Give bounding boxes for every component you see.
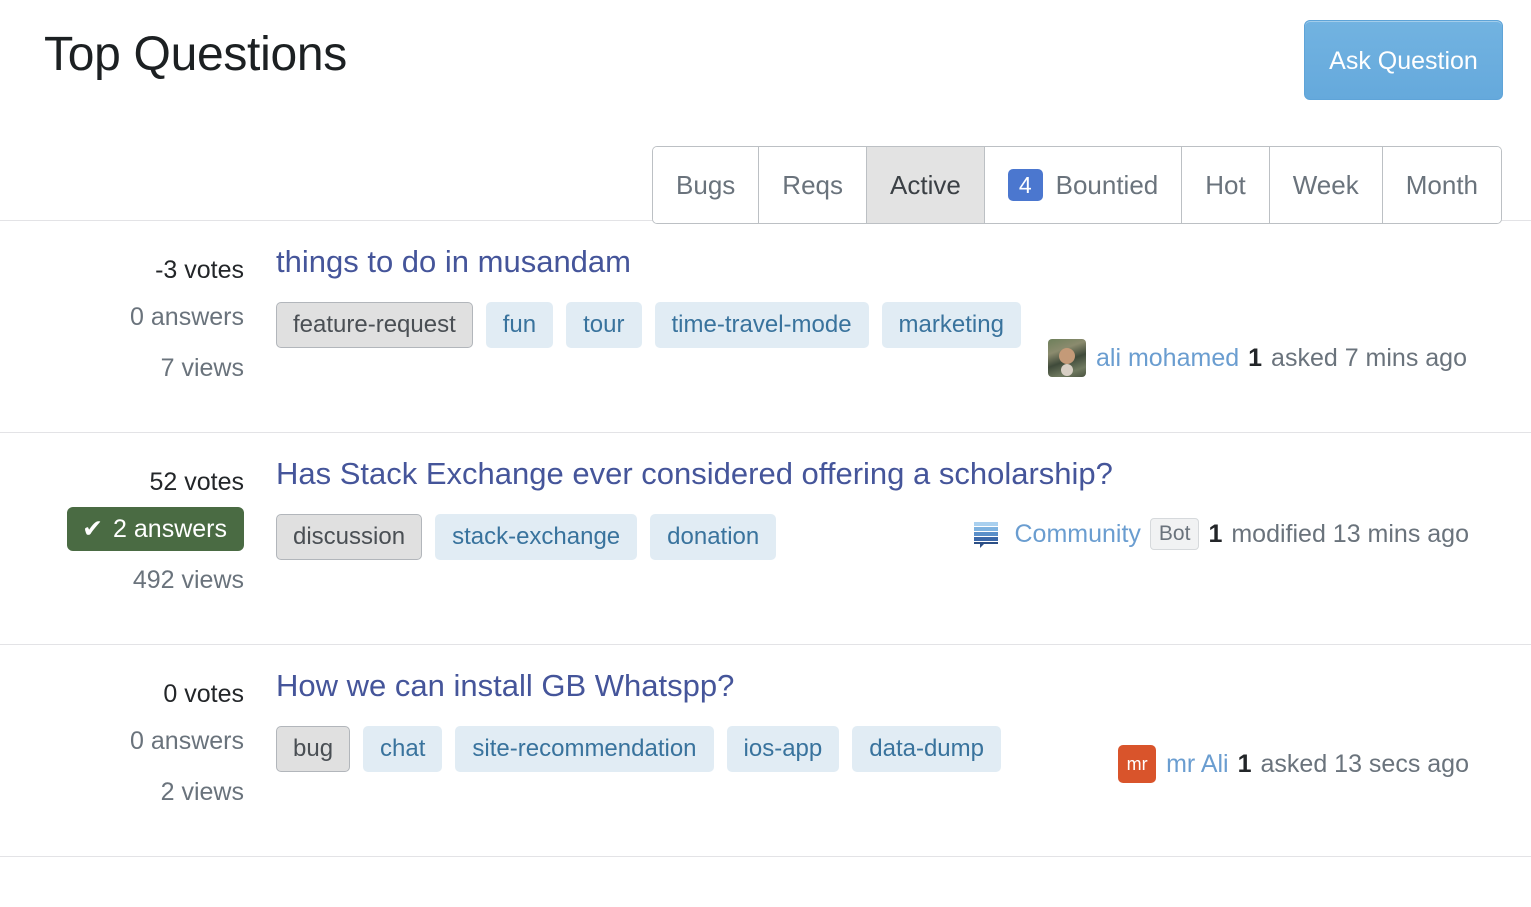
tag-time-travel-mode[interactable]: time-travel-mode bbox=[654, 301, 869, 348]
tag-ios-app[interactable]: ios-app bbox=[726, 725, 840, 772]
bot-badge: Bot bbox=[1149, 517, 1200, 551]
question-body: things to do in musandam feature-request f… bbox=[244, 243, 1531, 410]
tag-fun[interactable]: fun bbox=[485, 301, 554, 348]
tab-bountied[interactable]: 4 Bountied bbox=[984, 147, 1183, 223]
user-avatar-initials[interactable]: mr bbox=[1118, 745, 1157, 783]
question-filter-tabs: Bugs Reqs Active 4 Bountied Hot Week Month bbox=[652, 146, 1502, 224]
question-row: 0 votes 0 answers 2 views How we can instal… bbox=[0, 645, 1531, 857]
vote-count: 52 votes bbox=[149, 468, 244, 496]
tag-site-recommendation[interactable]: site-recommendation bbox=[455, 725, 714, 772]
view-count: 7 views bbox=[160, 354, 244, 382]
answer-count: 0 answers bbox=[130, 302, 244, 331]
question-stats: 0 votes 0 answers 2 views bbox=[0, 667, 244, 834]
tab-hot[interactable]: Hot bbox=[1182, 147, 1270, 223]
tag-marketing[interactable]: marketing bbox=[881, 301, 1021, 348]
answer-count-label: 2 answers bbox=[113, 515, 227, 543]
vote-count: 0 votes bbox=[163, 680, 244, 708]
tab-reqs[interactable]: Reqs bbox=[759, 147, 867, 223]
question-timestamp: modified 13 mins ago bbox=[1231, 519, 1469, 548]
tab-label: Reqs bbox=[782, 169, 843, 200]
user-reputation: 1 bbox=[1208, 519, 1223, 548]
user-name-link[interactable]: Community bbox=[1015, 520, 1141, 549]
user-reputation: 1 bbox=[1237, 749, 1252, 778]
question-timestamp: asked 7 mins ago bbox=[1271, 343, 1467, 372]
user-name-link[interactable]: ali mohamed bbox=[1096, 344, 1239, 373]
tag-feature-request[interactable]: feature-request bbox=[276, 301, 473, 348]
question-body: How we can install GB Whatspp? bug chat sit… bbox=[244, 667, 1531, 834]
tabs-row: Bugs Reqs Active 4 Bountied Hot Week Month bbox=[0, 120, 1531, 224]
view-count: 492 views bbox=[132, 566, 244, 594]
user-card: Community Bot 1 modified 13 mins ago bbox=[967, 515, 1469, 553]
page-title: Top Questions bbox=[44, 28, 347, 81]
question-title-link[interactable]: things to do in musandam bbox=[276, 243, 631, 282]
user-name-link[interactable]: mr Ali bbox=[1166, 750, 1229, 779]
view-count: 2 views bbox=[160, 778, 244, 806]
tab-label: Bountied bbox=[1055, 169, 1159, 200]
ask-question-button[interactable]: Ask Question bbox=[1304, 20, 1503, 100]
community-bubble-icon[interactable] bbox=[967, 515, 1005, 553]
user-avatar-photo[interactable] bbox=[1048, 339, 1086, 377]
tab-badge-count: 4 bbox=[1007, 168, 1043, 202]
tag-data-dump[interactable]: data-dump bbox=[852, 725, 1001, 772]
question-timestamp: asked 13 secs ago bbox=[1260, 749, 1469, 778]
tag-tour[interactable]: tour bbox=[566, 301, 642, 348]
tab-week[interactable]: Week bbox=[1269, 147, 1383, 223]
question-body: Has Stack Exchange ever considered offer… bbox=[244, 455, 1531, 622]
question-row: 52 votes ✔ 2 answers 492 views Has Stack Exc… bbox=[0, 433, 1531, 645]
tab-label: Bugs bbox=[676, 169, 736, 200]
tab-bugs[interactable]: Bugs bbox=[653, 147, 760, 223]
tab-label: Active bbox=[890, 169, 961, 200]
answer-count: ✔ 2 answers bbox=[0, 503, 244, 555]
tab-label: Month bbox=[1405, 169, 1478, 200]
user-reputation: 1 bbox=[1248, 343, 1263, 372]
answer-count: 0 answers bbox=[130, 726, 244, 755]
vote-count: -3 votes bbox=[155, 256, 244, 284]
tab-month[interactable]: Month bbox=[1382, 147, 1501, 223]
tag-donation[interactable]: donation bbox=[650, 513, 777, 560]
question-stats: 52 votes ✔ 2 answers 492 views bbox=[0, 455, 244, 622]
check-icon: ✔ bbox=[82, 514, 104, 543]
question-list: -3 votes 0 answers 7 views things to do in … bbox=[0, 220, 1531, 857]
tab-active[interactable]: Active bbox=[867, 147, 985, 223]
accepted-answer-badge: ✔ 2 answers bbox=[67, 507, 244, 551]
tag-bug[interactable]: bug bbox=[276, 725, 351, 772]
tab-label: Week bbox=[1292, 169, 1359, 200]
question-row: -3 votes 0 answers 7 views things to do in … bbox=[0, 221, 1531, 433]
question-title-link[interactable]: How we can install GB Whatspp? bbox=[276, 667, 734, 706]
question-title-link[interactable]: Has Stack Exchange ever considered offer… bbox=[276, 455, 1113, 494]
tag-chat[interactable]: chat bbox=[363, 725, 443, 772]
page-header: Top Questions Ask Question bbox=[0, 0, 1531, 120]
user-card: ali mohamed 1 asked 7 mins ago bbox=[1048, 339, 1467, 377]
tag-discussion[interactable]: discussion bbox=[276, 513, 423, 560]
tab-label: Hot bbox=[1205, 169, 1246, 200]
tag-stack-exchange[interactable]: stack-exchange bbox=[435, 513, 638, 560]
user-card: mr mr Ali 1 asked 13 secs ago bbox=[1118, 745, 1469, 783]
question-stats: -3 votes 0 answers 7 views bbox=[0, 243, 244, 410]
